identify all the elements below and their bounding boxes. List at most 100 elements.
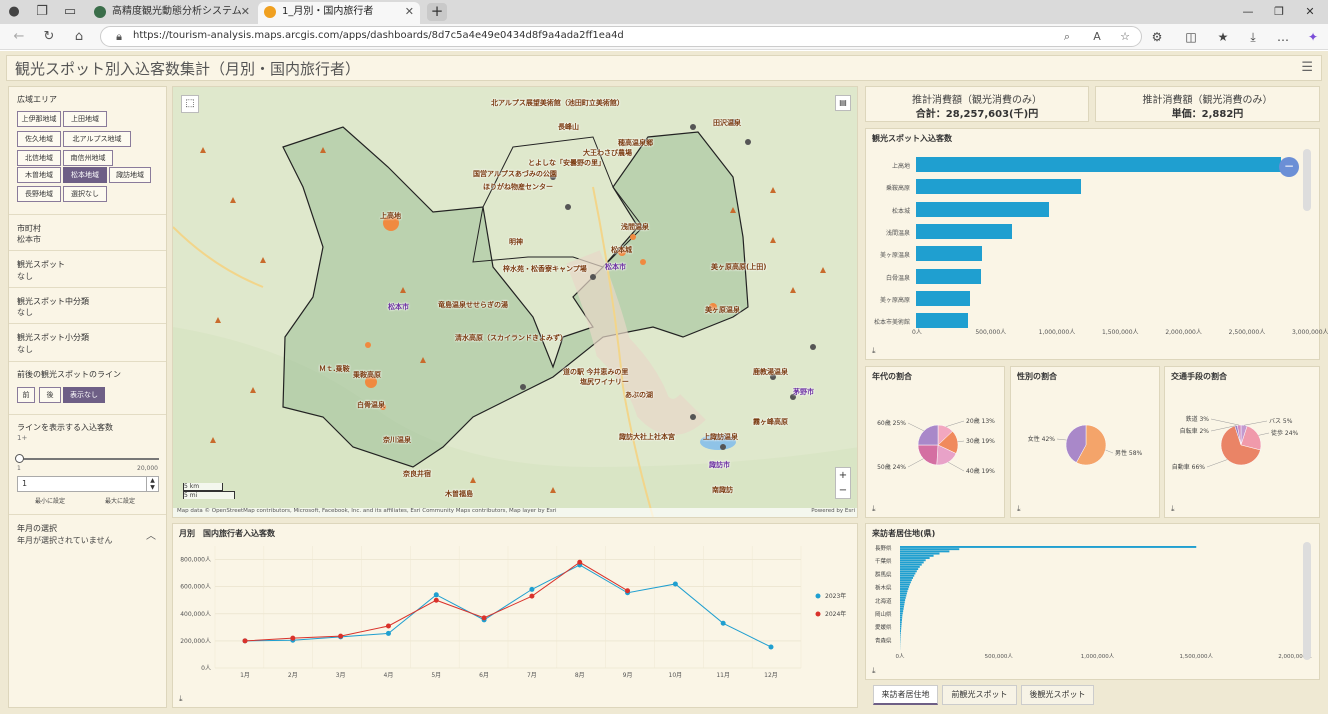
- bar[interactable]: [900, 546, 1197, 548]
- bar[interactable]: [900, 554, 934, 557]
- data-point[interactable]: [720, 620, 726, 626]
- area-chip[interactable]: 北信地域: [17, 150, 61, 166]
- bar[interactable]: [900, 623, 902, 626]
- bar[interactable]: [900, 614, 903, 617]
- chevron-up-icon[interactable]: ︿: [146, 527, 156, 542]
- zoom-controls[interactable]: + −: [835, 467, 851, 499]
- bar[interactable]: [900, 607, 904, 610]
- bar[interactable]: [900, 596, 906, 599]
- bar[interactable]: [900, 550, 950, 553]
- bar[interactable]: [916, 223, 1013, 239]
- slider-handle[interactable]: [15, 454, 24, 463]
- bar[interactable]: [900, 632, 901, 635]
- bar[interactable]: [900, 625, 902, 628]
- bar[interactable]: [900, 627, 902, 630]
- bar[interactable]: [900, 570, 917, 573]
- data-point[interactable]: [625, 588, 631, 594]
- map-view[interactable]: 北アルプス展望美術館（池田町立美術館） 田沢温泉 長峰山 とよしな「安曇野の里」…: [172, 86, 858, 518]
- bar[interactable]: [900, 572, 916, 575]
- data-point[interactable]: [768, 644, 774, 650]
- bar[interactable]: [900, 619, 902, 621]
- data-point[interactable]: [385, 623, 391, 629]
- refresh-icon[interactable]: ↻: [40, 28, 58, 46]
- home-icon[interactable]: ⌂: [70, 28, 88, 46]
- line-after-chip[interactable]: 後: [39, 387, 61, 403]
- small-category-filter-section[interactable]: 観光スポット小分類 なし: [9, 324, 166, 362]
- download-icon[interactable]: ⤓: [179, 694, 183, 704]
- tab-previous-spot[interactable]: 前観光スポット: [942, 685, 1017, 705]
- bar[interactable]: [916, 290, 971, 306]
- bar[interactable]: [916, 201, 1049, 217]
- bar[interactable]: [900, 581, 911, 584]
- split-screen-icon[interactable]: ◫: [1182, 28, 1200, 46]
- data-point[interactable]: [481, 615, 487, 621]
- data-point[interactable]: [433, 592, 439, 598]
- bar[interactable]: [900, 610, 904, 613]
- download-icon[interactable]: ⤓: [1017, 504, 1021, 514]
- new-tab-button[interactable]: +: [427, 3, 447, 21]
- layers-icon[interactable]: ▤: [835, 95, 851, 111]
- area-chip[interactable]: 長野地域: [17, 186, 61, 202]
- minimize-icon[interactable]: —: [1236, 3, 1260, 21]
- stepper-icon[interactable]: ▲ ▼: [146, 477, 158, 491]
- area-chip[interactable]: 選択なし: [63, 186, 107, 202]
- bar[interactable]: [900, 559, 926, 562]
- close-window-icon[interactable]: ✕: [1298, 3, 1322, 21]
- pie-slice[interactable]: [917, 444, 939, 466]
- download-icon[interactable]: ⤓: [872, 504, 876, 514]
- data-point[interactable]: [242, 638, 248, 644]
- workspaces-icon[interactable]: ❐: [34, 4, 50, 20]
- area-chip[interactable]: 北アルプス地域: [63, 131, 131, 147]
- bar[interactable]: [900, 585, 910, 588]
- lock-icon[interactable]: 🔒︎: [111, 29, 127, 45]
- city-filter-section[interactable]: 市町村 松本市: [9, 215, 166, 251]
- data-point[interactable]: [338, 633, 344, 639]
- visitors-input[interactable]: 1 ▲ ▼: [17, 476, 159, 492]
- bar[interactable]: [900, 634, 901, 637]
- set-max-button[interactable]: 最大に設定: [105, 496, 135, 505]
- bar[interactable]: [916, 313, 968, 329]
- data-point[interactable]: [672, 581, 678, 587]
- bar[interactable]: [900, 557, 930, 559]
- bar[interactable]: [900, 630, 901, 632]
- select-tool-icon[interactable]: ⬚: [181, 95, 199, 113]
- url-field[interactable]: 🔒︎ https://tourism-analysis.maps.arcgis.…: [100, 26, 1142, 47]
- bar[interactable]: [900, 579, 912, 582]
- favorite-star-icon[interactable]: ☆: [1117, 29, 1133, 45]
- data-point[interactable]: [290, 635, 296, 641]
- area-chip[interactable]: 南信州地域: [63, 150, 113, 166]
- spot-filter-section[interactable]: 観光スポット なし: [9, 251, 166, 288]
- bar[interactable]: [900, 576, 914, 579]
- bar[interactable]: [900, 605, 904, 608]
- zoom-icon[interactable]: ⌕: [1059, 29, 1075, 45]
- mid-category-filter-section[interactable]: 観光スポット中分類 なし: [9, 288, 166, 324]
- menu-icon[interactable]: ☰: [1301, 60, 1313, 75]
- bar[interactable]: [916, 268, 981, 284]
- set-min-button[interactable]: 最小に設定: [35, 496, 65, 505]
- data-point[interactable]: [433, 597, 439, 603]
- line-before-chip[interactable]: 前: [17, 387, 35, 403]
- pie-slice[interactable]: [917, 424, 939, 446]
- bar[interactable]: [916, 246, 982, 262]
- bar[interactable]: [900, 612, 903, 615]
- line-none-chip[interactable]: 表示なし: [63, 387, 105, 403]
- chart-scrollbar[interactable]: [1303, 149, 1311, 211]
- area-chip[interactable]: 佐久地域: [17, 131, 61, 147]
- download-icon[interactable]: ⤓: [872, 666, 876, 676]
- area-chip[interactable]: 木曽地域: [17, 167, 61, 183]
- read-aloud-icon[interactable]: A: [1089, 29, 1105, 45]
- bar[interactable]: [900, 599, 906, 602]
- tab-actions-icon[interactable]: ▭: [62, 4, 78, 20]
- area-chip[interactable]: 上田地域: [63, 111, 107, 127]
- slider-track[interactable]: [19, 458, 159, 460]
- bar[interactable]: [900, 563, 922, 566]
- bar[interactable]: [900, 561, 924, 564]
- bar[interactable]: [900, 594, 907, 597]
- collapse-icon[interactable]: −: [1279, 157, 1299, 177]
- bar[interactable]: [916, 157, 1281, 172]
- bar[interactable]: [900, 548, 960, 551]
- browser-tab-1[interactable]: 高精度観光動態分析システム ✕: [88, 2, 256, 24]
- bar[interactable]: [900, 583, 910, 586]
- restore-icon[interactable]: ❐: [1267, 3, 1291, 21]
- bar[interactable]: [900, 552, 940, 555]
